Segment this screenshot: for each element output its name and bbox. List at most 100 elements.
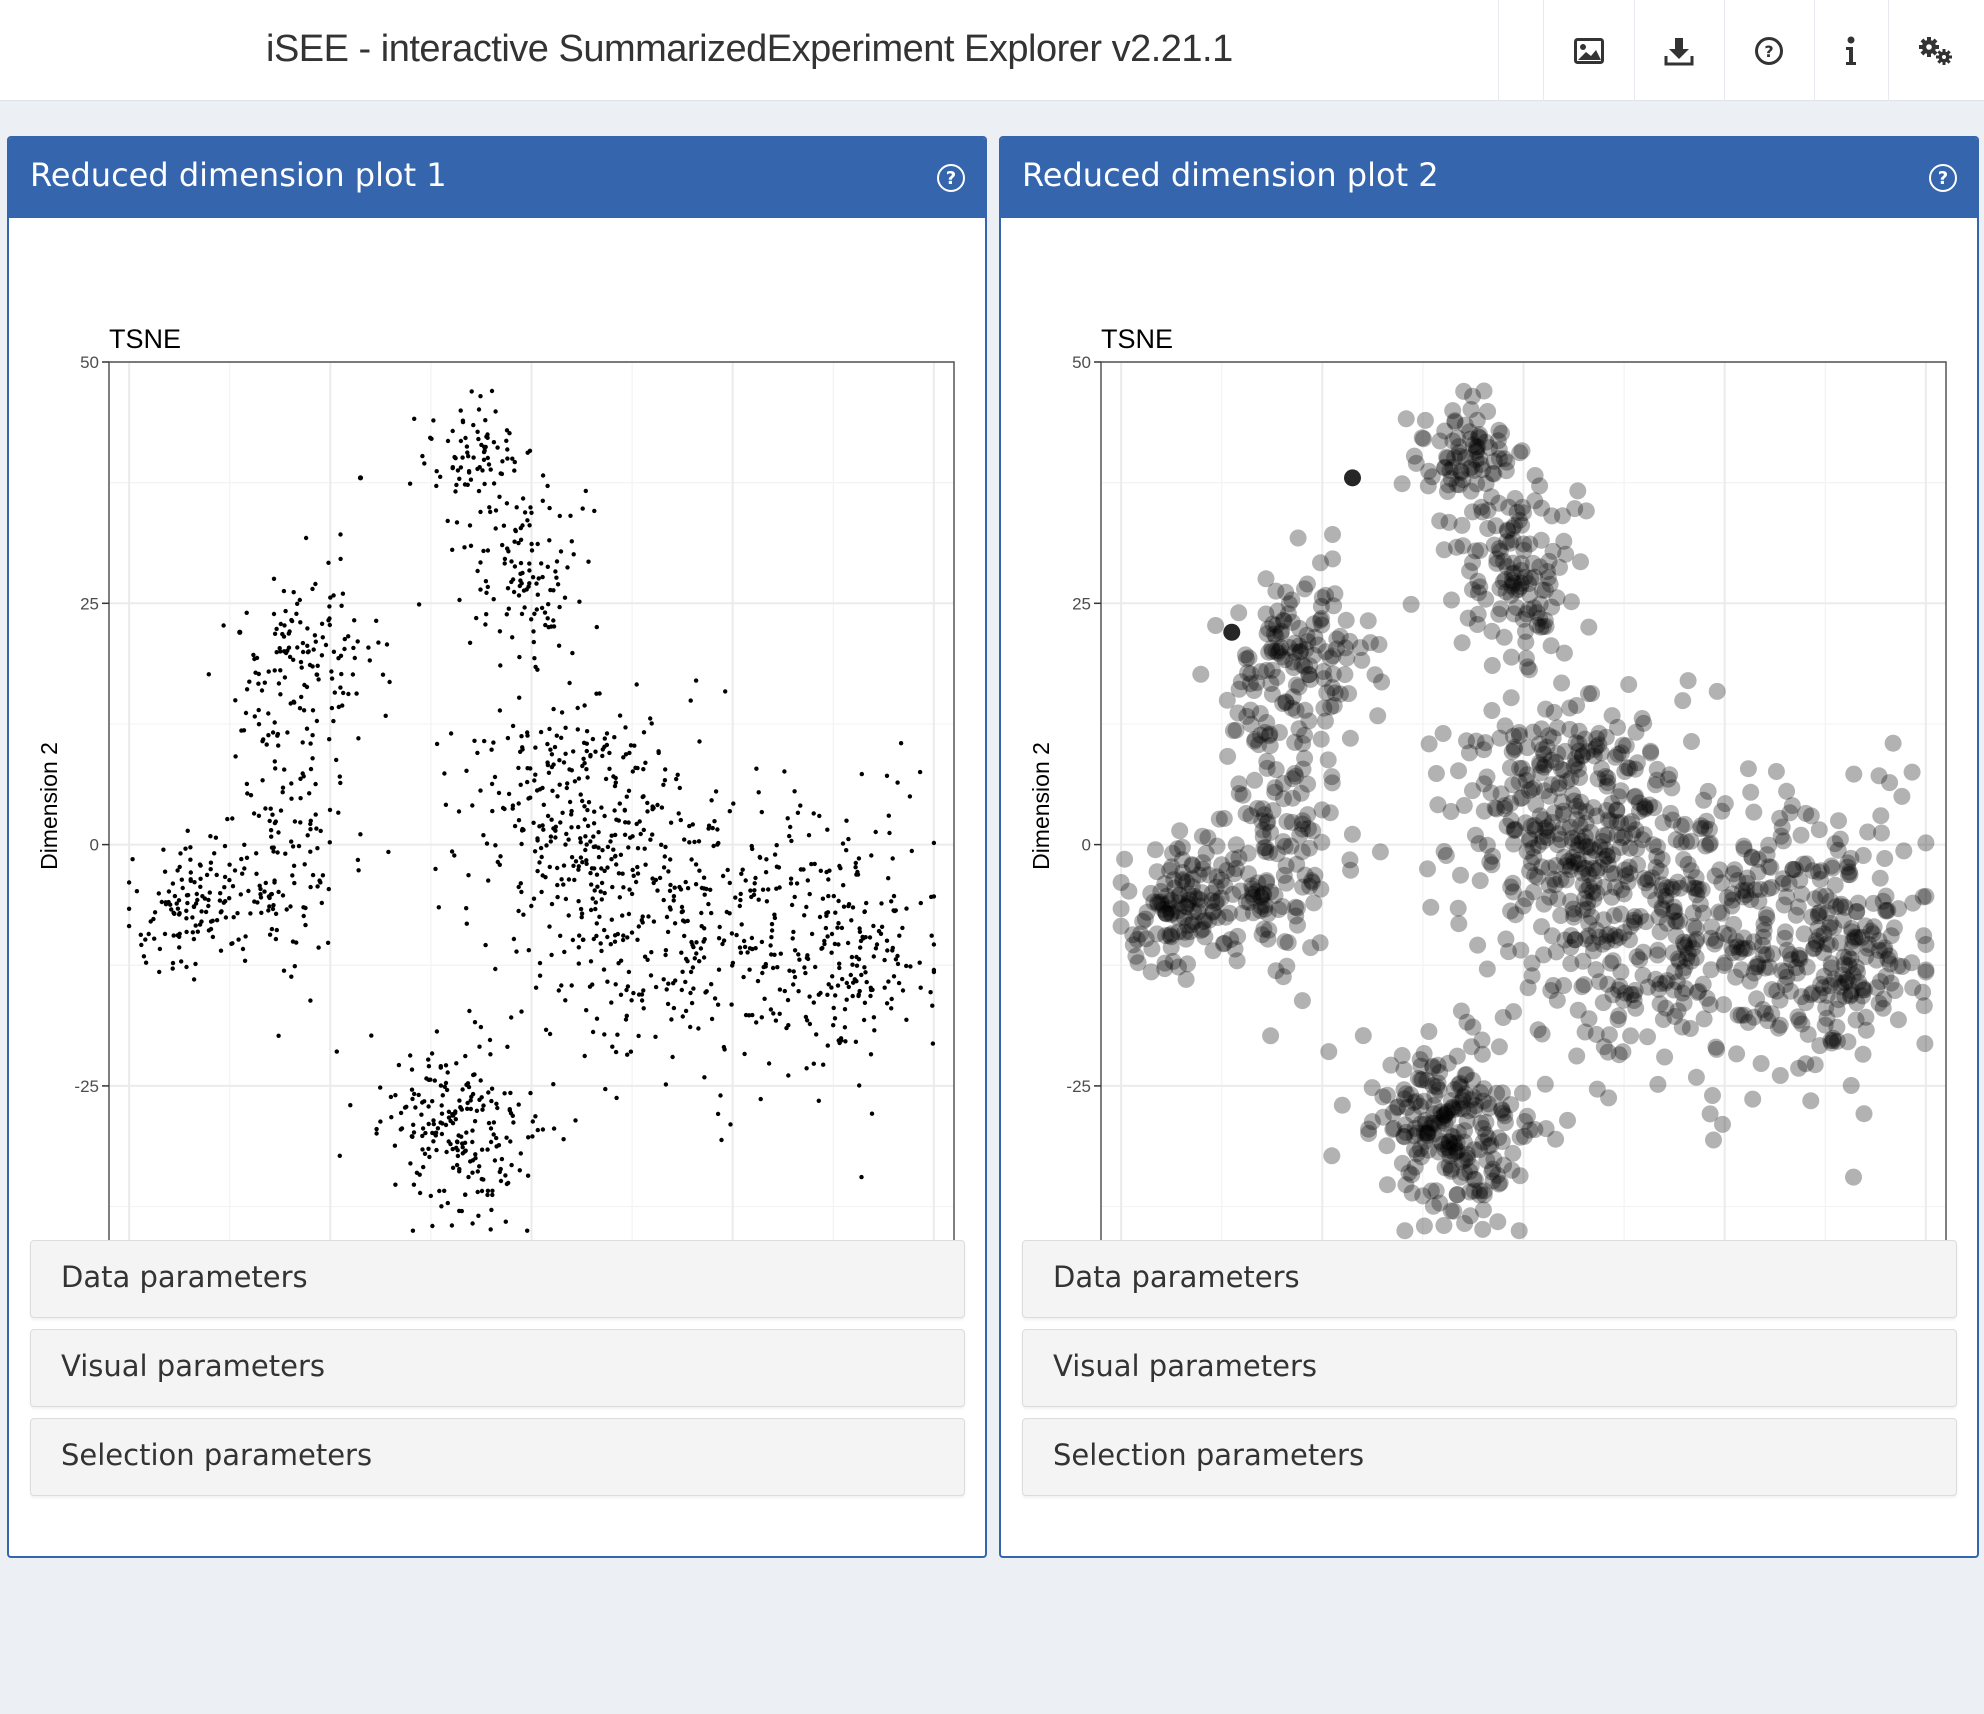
data-point xyxy=(300,771,305,776)
data-point xyxy=(659,842,664,847)
data-point xyxy=(666,981,671,986)
data-point xyxy=(1468,411,1486,429)
data-point xyxy=(1177,970,1195,988)
panel-help-icon[interactable]: ? xyxy=(937,164,965,192)
data-point xyxy=(269,926,275,932)
data-point xyxy=(170,960,176,966)
y-tick-label: 25 xyxy=(80,594,99,613)
data-point xyxy=(1879,950,1897,968)
data-point xyxy=(578,792,583,797)
data-point xyxy=(710,825,715,831)
data-point xyxy=(1452,866,1469,884)
data-point xyxy=(701,955,707,960)
reduced-dim-plot-2[interactable]: -40-2002040-2502550TSNEDimension 1Dimens… xyxy=(1001,218,1977,1368)
selection-parameters-box[interactable]: Selection parameters xyxy=(30,1418,965,1496)
visual-parameters-box[interactable]: Visual parameters xyxy=(30,1329,965,1407)
data-point xyxy=(596,830,601,835)
data-point xyxy=(532,611,537,616)
data-point xyxy=(490,1188,495,1193)
data-point xyxy=(438,1064,443,1069)
export-image-button[interactable] xyxy=(1543,0,1634,101)
data-point xyxy=(1266,779,1284,797)
info-button[interactable] xyxy=(1814,0,1888,101)
data-point xyxy=(822,941,827,947)
data-point xyxy=(595,884,600,889)
data-point xyxy=(1595,1038,1613,1056)
data-point xyxy=(561,1137,566,1142)
data-parameters-box[interactable]: Data parameters xyxy=(1022,1240,1957,1318)
data-point xyxy=(1763,879,1781,896)
data-point xyxy=(166,889,172,894)
visual-parameters-box[interactable]: Visual parameters xyxy=(1022,1329,1957,1407)
data-point xyxy=(508,1139,513,1144)
data-point xyxy=(191,977,197,982)
data-point xyxy=(1495,628,1513,646)
data-point xyxy=(475,429,480,434)
data-point xyxy=(679,950,684,955)
data-point xyxy=(213,835,219,840)
data-point xyxy=(697,868,702,873)
data-point xyxy=(1166,879,1184,897)
data-point xyxy=(643,862,648,867)
data-point xyxy=(582,1053,587,1059)
data-point xyxy=(543,1027,549,1032)
selection-parameters-box[interactable]: Selection parameters xyxy=(1022,1418,1957,1496)
data-point xyxy=(576,824,581,830)
data-point xyxy=(545,616,550,621)
data-point xyxy=(485,1188,491,1193)
data-point xyxy=(1628,948,1646,966)
data-point xyxy=(307,791,312,796)
data-point xyxy=(795,810,801,815)
data-point xyxy=(1408,1145,1426,1163)
data-point xyxy=(475,1189,480,1195)
data-point xyxy=(473,1152,478,1157)
data-point xyxy=(1517,890,1535,908)
data-point xyxy=(271,849,276,854)
data-point xyxy=(270,906,276,912)
panel-help-icon[interactable]: ? xyxy=(1929,164,1957,192)
data-point xyxy=(1483,702,1501,719)
reduced-dim-plot-1[interactable]: -40-2002040-2502550TSNEDimension 1Dimens… xyxy=(9,218,985,1368)
data-point xyxy=(868,993,873,999)
data-point xyxy=(290,844,296,849)
data-parameters-box[interactable]: Data parameters xyxy=(30,1240,965,1318)
data-point xyxy=(578,906,584,912)
download-button[interactable] xyxy=(1634,0,1724,101)
data-point xyxy=(233,698,238,703)
data-point xyxy=(1789,898,1807,916)
data-point xyxy=(485,1147,490,1152)
data-point xyxy=(227,877,232,883)
data-point xyxy=(315,663,320,668)
data-point xyxy=(791,929,796,935)
data-point xyxy=(296,843,302,849)
data-point xyxy=(1553,674,1571,692)
data-point xyxy=(1542,637,1560,655)
data-point xyxy=(691,986,696,991)
data-point xyxy=(893,957,899,962)
help-tour-button[interactable]: ? xyxy=(1724,0,1814,101)
data-point xyxy=(457,476,462,481)
section-label: Visual parameters xyxy=(61,1349,326,1383)
data-point xyxy=(1192,665,1210,683)
data-point xyxy=(638,831,643,837)
data-point xyxy=(320,635,325,640)
data-point xyxy=(177,945,182,950)
settings-button[interactable] xyxy=(1888,0,1984,101)
data-point xyxy=(541,802,546,807)
data-point xyxy=(467,640,473,645)
data-point xyxy=(1849,963,1866,981)
data-point xyxy=(1324,526,1341,543)
data-point xyxy=(1214,935,1232,953)
data-point xyxy=(683,1008,689,1014)
data-point xyxy=(272,880,277,885)
data-point xyxy=(1378,1176,1396,1194)
data-point xyxy=(1876,850,1894,867)
data-point xyxy=(126,880,132,885)
data-point xyxy=(564,785,569,791)
data-point xyxy=(1754,1001,1772,1018)
data-point xyxy=(480,468,485,473)
data-point xyxy=(520,570,525,576)
data-point xyxy=(931,967,937,973)
data-point xyxy=(1374,1088,1392,1106)
data-point xyxy=(837,965,842,971)
